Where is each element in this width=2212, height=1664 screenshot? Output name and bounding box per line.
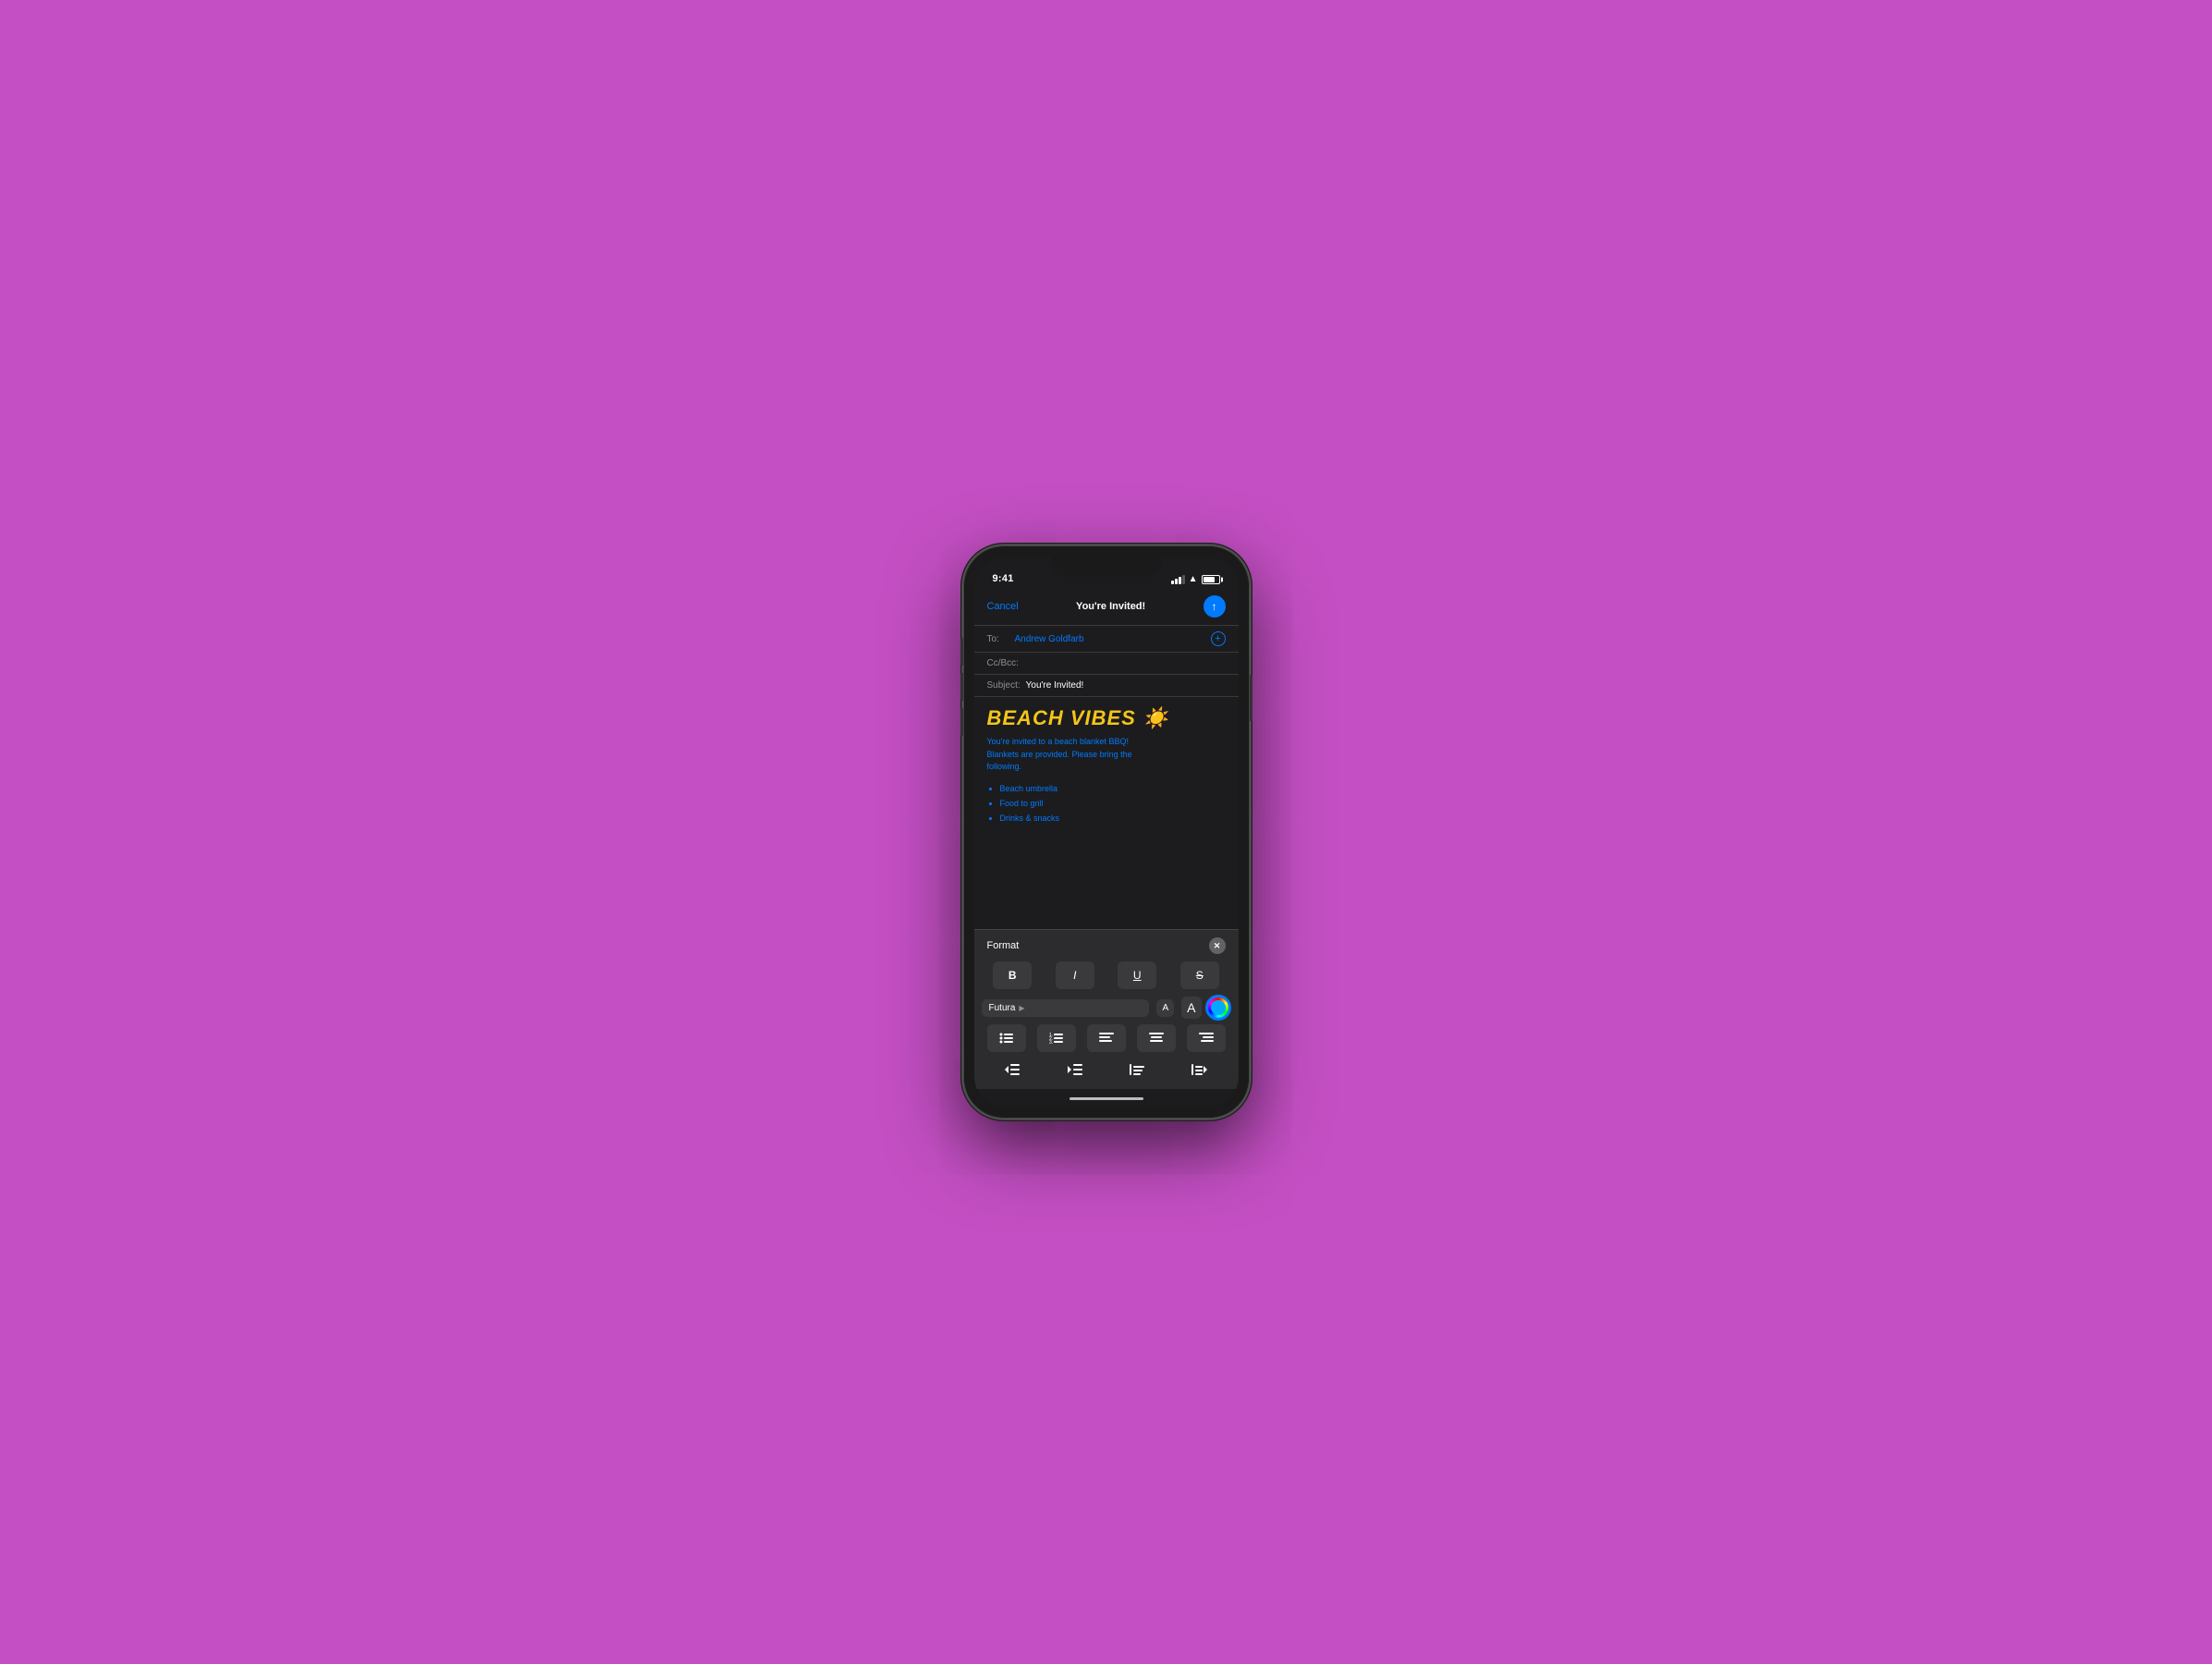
home-indicator — [974, 1089, 1239, 1107]
font-size-small-label: A — [1162, 1003, 1168, 1013]
format-close-button[interactable]: ✕ — [1209, 937, 1226, 954]
list-item: Beach umbrella — [1000, 781, 1226, 796]
add-recipient-button[interactable]: + — [1211, 631, 1226, 646]
font-selector-button[interactable]: Futura ▶ — [982, 999, 1150, 1017]
signal-bar-2 — [1175, 579, 1178, 584]
phone-screen: 9:41 ▲ Cance — [974, 557, 1239, 1107]
phone-notch — [1051, 557, 1162, 577]
signal-bar-3 — [1179, 577, 1181, 584]
format-header: Format ✕ — [974, 930, 1239, 958]
format-panel: Format ✕ B I U S — [974, 929, 1239, 1089]
to-label: To: — [987, 634, 1009, 644]
indent-increase-icon — [1068, 1064, 1082, 1075]
font-row: Futura ▶ A A — [974, 993, 1239, 1022]
underline-button[interactable]: U — [1118, 961, 1156, 989]
list-item: Food to grill — [1000, 796, 1226, 811]
phone-shell: 9:41 ▲ Cance — [963, 545, 1250, 1119]
quote-increase-button[interactable] — [1180, 1056, 1219, 1083]
phone-device: 9:41 ▲ Cance — [963, 545, 1250, 1119]
mail-compose: Cancel You're Invited! ↑ To: Andrew Gold… — [974, 588, 1239, 1107]
alignment-row: 1. 2. 3. — [974, 1022, 1239, 1054]
font-size-increase-button[interactable]: A — [1181, 997, 1201, 1019]
subject-value[interactable]: You're Invited! — [1026, 680, 1084, 691]
font-size-decrease-button[interactable]: A — [1156, 999, 1174, 1017]
list-unordered-button[interactable] — [987, 1024, 1026, 1052]
send-arrow-icon: ↑ — [1212, 601, 1217, 612]
strikethrough-button[interactable]: S — [1180, 961, 1219, 989]
quote-increase-icon — [1192, 1064, 1208, 1075]
signal-icon — [1171, 575, 1185, 584]
battery-fill — [1204, 577, 1216, 582]
color-picker-button[interactable] — [1205, 995, 1231, 1021]
align-right-icon — [1199, 1033, 1214, 1044]
to-value[interactable]: Andrew Goldfarb — [1015, 634, 1211, 644]
close-icon: ✕ — [1214, 942, 1221, 950]
compose-toolbar: Cancel You're Invited! ↑ — [974, 588, 1239, 625]
indent-increase-button[interactable] — [1056, 1056, 1094, 1083]
indent-decrease-icon — [1005, 1064, 1020, 1075]
subject-label: Subject: — [987, 680, 1020, 691]
indent-decrease-button[interactable] — [993, 1056, 1032, 1083]
bold-button[interactable]: B — [993, 961, 1032, 989]
email-body[interactable]: BEACH VIBES ☀️ You're invited to a beach… — [974, 696, 1239, 929]
text-style-row: B I U S — [974, 958, 1239, 993]
align-center-icon — [1149, 1033, 1164, 1044]
quote-icon — [1130, 1064, 1144, 1075]
send-button[interactable]: ↑ — [1204, 595, 1226, 618]
list-ordered-button[interactable]: 1. 2. 3. — [1037, 1024, 1076, 1052]
chevron-right-icon: ▶ — [1019, 1004, 1024, 1012]
font-size-large-label: A — [1187, 1000, 1195, 1015]
subject-field-row: Subject: You're Invited! — [974, 674, 1239, 696]
indent-row — [974, 1054, 1239, 1089]
wifi-icon: ▲ — [1189, 574, 1198, 584]
email-heading: BEACH VIBES ☀️ — [987, 706, 1226, 730]
status-time: 9:41 — [993, 573, 1014, 584]
home-bar — [1069, 1097, 1143, 1100]
signal-bar-4 — [1182, 575, 1185, 584]
cancel-button[interactable]: Cancel — [987, 601, 1019, 612]
align-center-button[interactable] — [1137, 1024, 1176, 1052]
battery-icon — [1202, 575, 1220, 584]
list-item: Drinks & snacks — [1000, 811, 1226, 826]
email-intro: You're invited to a beach blanket BBQ! B… — [987, 736, 1226, 774]
format-title: Format — [987, 940, 1020, 951]
align-left-button[interactable] — [1087, 1024, 1126, 1052]
email-list: Beach umbrella Food to grill Drinks & sn… — [987, 781, 1226, 826]
status-icons: ▲ — [1171, 574, 1220, 584]
compose-title: You're Invited! — [1076, 601, 1145, 612]
cc-field-row: Cc/Bcc: — [974, 652, 1239, 674]
font-name-label: Futura — [989, 1003, 1016, 1013]
signal-bar-1 — [1171, 581, 1174, 584]
to-field-row: To: Andrew Goldfarb + — [974, 625, 1239, 652]
svg-text:3.: 3. — [1049, 1040, 1053, 1045]
quote-button[interactable] — [1118, 1056, 1156, 1083]
italic-button[interactable]: I — [1056, 961, 1094, 989]
list-unordered-icon — [999, 1032, 1014, 1045]
align-left-icon — [1099, 1033, 1114, 1044]
align-right-button[interactable] — [1187, 1024, 1226, 1052]
color-wheel-inner — [1211, 1000, 1226, 1015]
cc-label: Cc/Bcc: — [987, 658, 1019, 668]
list-ordered-icon: 1. 2. 3. — [1049, 1032, 1064, 1045]
